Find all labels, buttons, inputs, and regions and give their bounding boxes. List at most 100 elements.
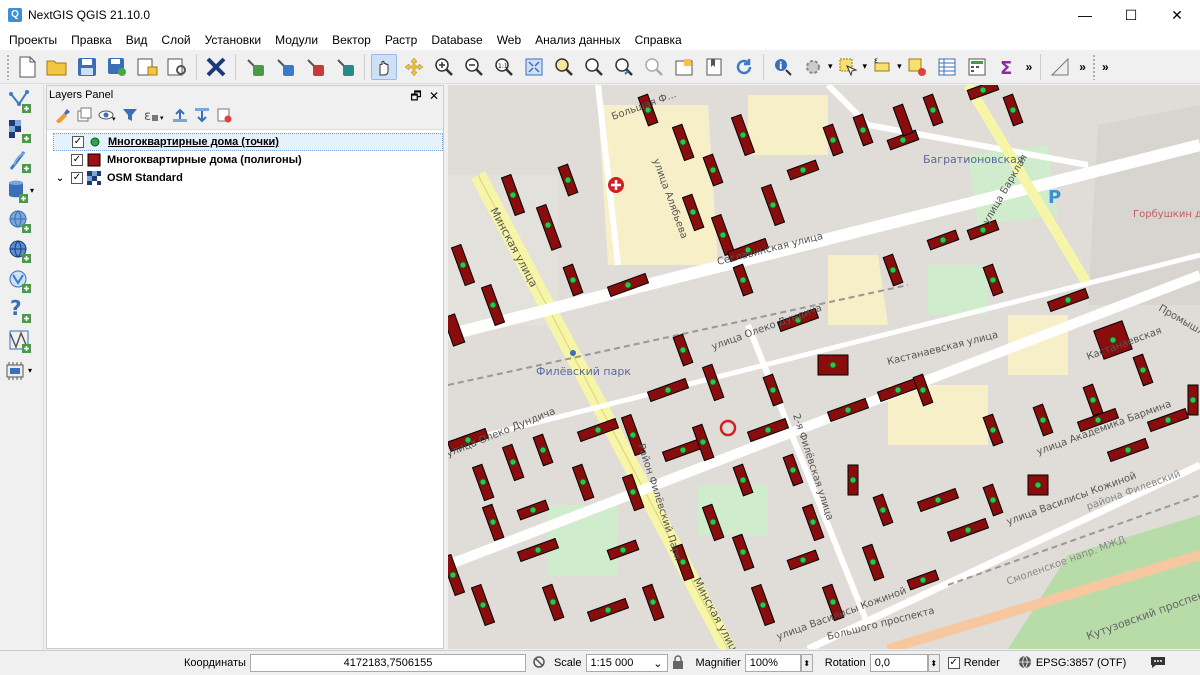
menu-plugins[interactable]: Модули bbox=[268, 33, 325, 47]
chevron-down-icon[interactable]: ⌄ bbox=[653, 657, 662, 670]
lock-scale-icon[interactable] bbox=[672, 654, 684, 672]
layer-visibility-checkbox[interactable]: ✓ bbox=[71, 172, 83, 184]
toolbar-overflow-icon[interactable]: » bbox=[1026, 60, 1033, 74]
coordinate-toggle-icon[interactable] bbox=[532, 655, 546, 672]
open-project-icon[interactable] bbox=[44, 54, 70, 80]
add-virtual-layer-icon[interactable] bbox=[4, 327, 36, 355]
chevron-down-icon[interactable]: ▾ bbox=[863, 61, 868, 72]
expand-chevron-icon[interactable]: ⌄ bbox=[53, 173, 67, 184]
new-print-layout-icon[interactable] bbox=[134, 54, 160, 80]
toolbar-grip[interactable] bbox=[6, 53, 10, 80]
menu-raster[interactable]: Растр bbox=[378, 33, 424, 47]
magnifier-spinner[interactable]: ⬍ bbox=[800, 654, 813, 672]
expand-all-icon[interactable] bbox=[172, 107, 188, 126]
add-delimited-text-icon[interactable]: ? bbox=[4, 297, 36, 325]
zoom-native-icon[interactable]: 1:1 bbox=[491, 54, 517, 80]
select-by-value-icon[interactable]: ε bbox=[869, 54, 895, 80]
render-checkbox[interactable]: ✓ bbox=[947, 657, 960, 669]
svg-text:▾: ▾ bbox=[160, 114, 164, 122]
layout-manager-icon[interactable] bbox=[164, 54, 190, 80]
new-project-icon[interactable] bbox=[14, 54, 40, 80]
connect-icon-3[interactable] bbox=[302, 54, 328, 80]
add-vector-layer-icon[interactable] bbox=[4, 87, 36, 115]
toolbar-grip[interactable] bbox=[1091, 53, 1096, 80]
save-project-icon[interactable] bbox=[74, 54, 100, 80]
identify-icon[interactable]: i bbox=[770, 54, 796, 80]
connect-icon-4[interactable] bbox=[332, 54, 358, 80]
new-map-view-icon[interactable] bbox=[671, 54, 697, 80]
collapse-all-icon[interactable] bbox=[194, 107, 210, 126]
statistics-icon[interactable]: Σ bbox=[994, 54, 1020, 80]
remove-layer-icon[interactable] bbox=[216, 107, 232, 126]
bookmarks-icon[interactable] bbox=[701, 54, 727, 80]
zoom-in-icon[interactable] bbox=[431, 54, 457, 80]
layer-visibility-checkbox[interactable]: ✓ bbox=[72, 136, 84, 148]
magnifier-field[interactable]: 100% bbox=[744, 654, 801, 672]
scale-combobox[interactable]: 1:15 000 ⌄ bbox=[585, 654, 668, 672]
style-manager-icon[interactable] bbox=[54, 107, 70, 126]
zoom-out-icon[interactable] bbox=[461, 54, 487, 80]
add-mesh-layer-icon[interactable] bbox=[4, 147, 36, 175]
rotation-field[interactable]: 0,0 bbox=[869, 654, 928, 672]
menu-vector[interactable]: Вектор bbox=[325, 33, 378, 47]
add-group-icon[interactable] bbox=[76, 107, 92, 126]
measure-icon[interactable] bbox=[1047, 54, 1073, 80]
coordinates-field[interactable]: 4172183,7506155 bbox=[249, 654, 526, 672]
chevron-down-icon[interactable]: ▾ bbox=[828, 61, 833, 72]
menu-projects[interactable]: Проекты bbox=[2, 33, 64, 47]
layer-row-points[interactable]: ✓ Многоквартирные дома (точки) bbox=[53, 133, 443, 151]
menu-analysis[interactable]: Анализ данных bbox=[528, 33, 627, 47]
refresh-icon[interactable] bbox=[731, 54, 757, 80]
pan-to-selection-icon[interactable] bbox=[401, 54, 427, 80]
select-features-icon[interactable] bbox=[835, 54, 861, 80]
zoom-next-icon[interactable] bbox=[641, 54, 667, 80]
layer-row-osm[interactable]: ⌄ ✓ OSM Standard bbox=[53, 169, 443, 187]
menu-edit[interactable]: Правка bbox=[64, 33, 119, 47]
float-panel-icon[interactable]: 🗗 bbox=[410, 89, 421, 103]
zoom-full-icon[interactable] bbox=[521, 54, 547, 80]
zoom-last-icon[interactable] bbox=[611, 54, 637, 80]
crs-globe-icon[interactable] bbox=[1018, 655, 1032, 672]
menu-database[interactable]: Database bbox=[424, 33, 489, 47]
layer-row-polygons[interactable]: ✓ Многоквартирные дома (полигоны) bbox=[53, 151, 443, 169]
menu-settings[interactable]: Установки bbox=[198, 33, 268, 47]
toolbar-overflow-icon-2[interactable]: » bbox=[1079, 60, 1086, 74]
add-postgis-layer-icon[interactable]: ▾ bbox=[4, 177, 36, 205]
save-as-icon[interactable] bbox=[104, 54, 130, 80]
connect-icon-2[interactable] bbox=[272, 54, 298, 80]
add-raster-layer-icon[interactable] bbox=[4, 117, 36, 145]
filter-by-expression-icon[interactable]: ε ▾ bbox=[144, 107, 166, 126]
rotation-spinner[interactable]: ⬍ bbox=[927, 654, 940, 672]
visibility-icon[interactable]: ▾ bbox=[98, 107, 116, 126]
pan-map-icon[interactable] bbox=[371, 53, 397, 80]
close-button[interactable]: ✕ bbox=[1154, 0, 1200, 30]
maximize-button[interactable]: ☐ bbox=[1108, 0, 1154, 30]
actions-icon[interactable] bbox=[800, 54, 826, 80]
zoom-to-layer-icon[interactable] bbox=[581, 54, 607, 80]
attribute-table-icon[interactable] bbox=[934, 54, 960, 80]
map-canvas[interactable]: P Большая Ф... улица Алябьева Минская ул… bbox=[448, 85, 1200, 649]
zoom-to-selection-icon[interactable] bbox=[551, 54, 577, 80]
deselect-icon[interactable] bbox=[904, 54, 930, 80]
add-layer-menu-icon[interactable]: ▾ bbox=[4, 357, 36, 385]
map-svg[interactable]: P Большая Ф... улица Алябьева Минская ул… bbox=[448, 85, 1200, 649]
menu-web[interactable]: Web bbox=[490, 33, 528, 47]
add-wms-layer-icon[interactable] bbox=[4, 207, 36, 235]
chevron-down-icon[interactable]: ▾ bbox=[897, 61, 902, 72]
close-panel-icon[interactable]: ✕ bbox=[429, 89, 439, 103]
connect-icon[interactable] bbox=[242, 54, 268, 80]
menu-layer[interactable]: Слой bbox=[154, 33, 197, 47]
add-wcs-layer-icon[interactable] bbox=[4, 237, 36, 265]
crs-label[interactable]: EPSG:3857 (OTF) bbox=[1036, 657, 1126, 669]
menu-help[interactable]: Справка bbox=[628, 33, 689, 47]
nextgis-icon[interactable] bbox=[203, 54, 229, 80]
menu-view[interactable]: Вид bbox=[119, 33, 155, 47]
minimize-button[interactable]: — bbox=[1062, 0, 1108, 30]
add-wfs-layer-icon[interactable] bbox=[4, 267, 36, 295]
layer-name: OSM Standard bbox=[107, 172, 183, 184]
filter-legend-icon[interactable] bbox=[122, 107, 138, 126]
toolbar-overflow-icon-3[interactable]: » bbox=[1102, 60, 1109, 74]
layer-visibility-checkbox[interactable]: ✓ bbox=[71, 154, 83, 166]
field-calculator-icon[interactable] bbox=[964, 54, 990, 80]
messages-icon[interactable] bbox=[1150, 655, 1166, 672]
